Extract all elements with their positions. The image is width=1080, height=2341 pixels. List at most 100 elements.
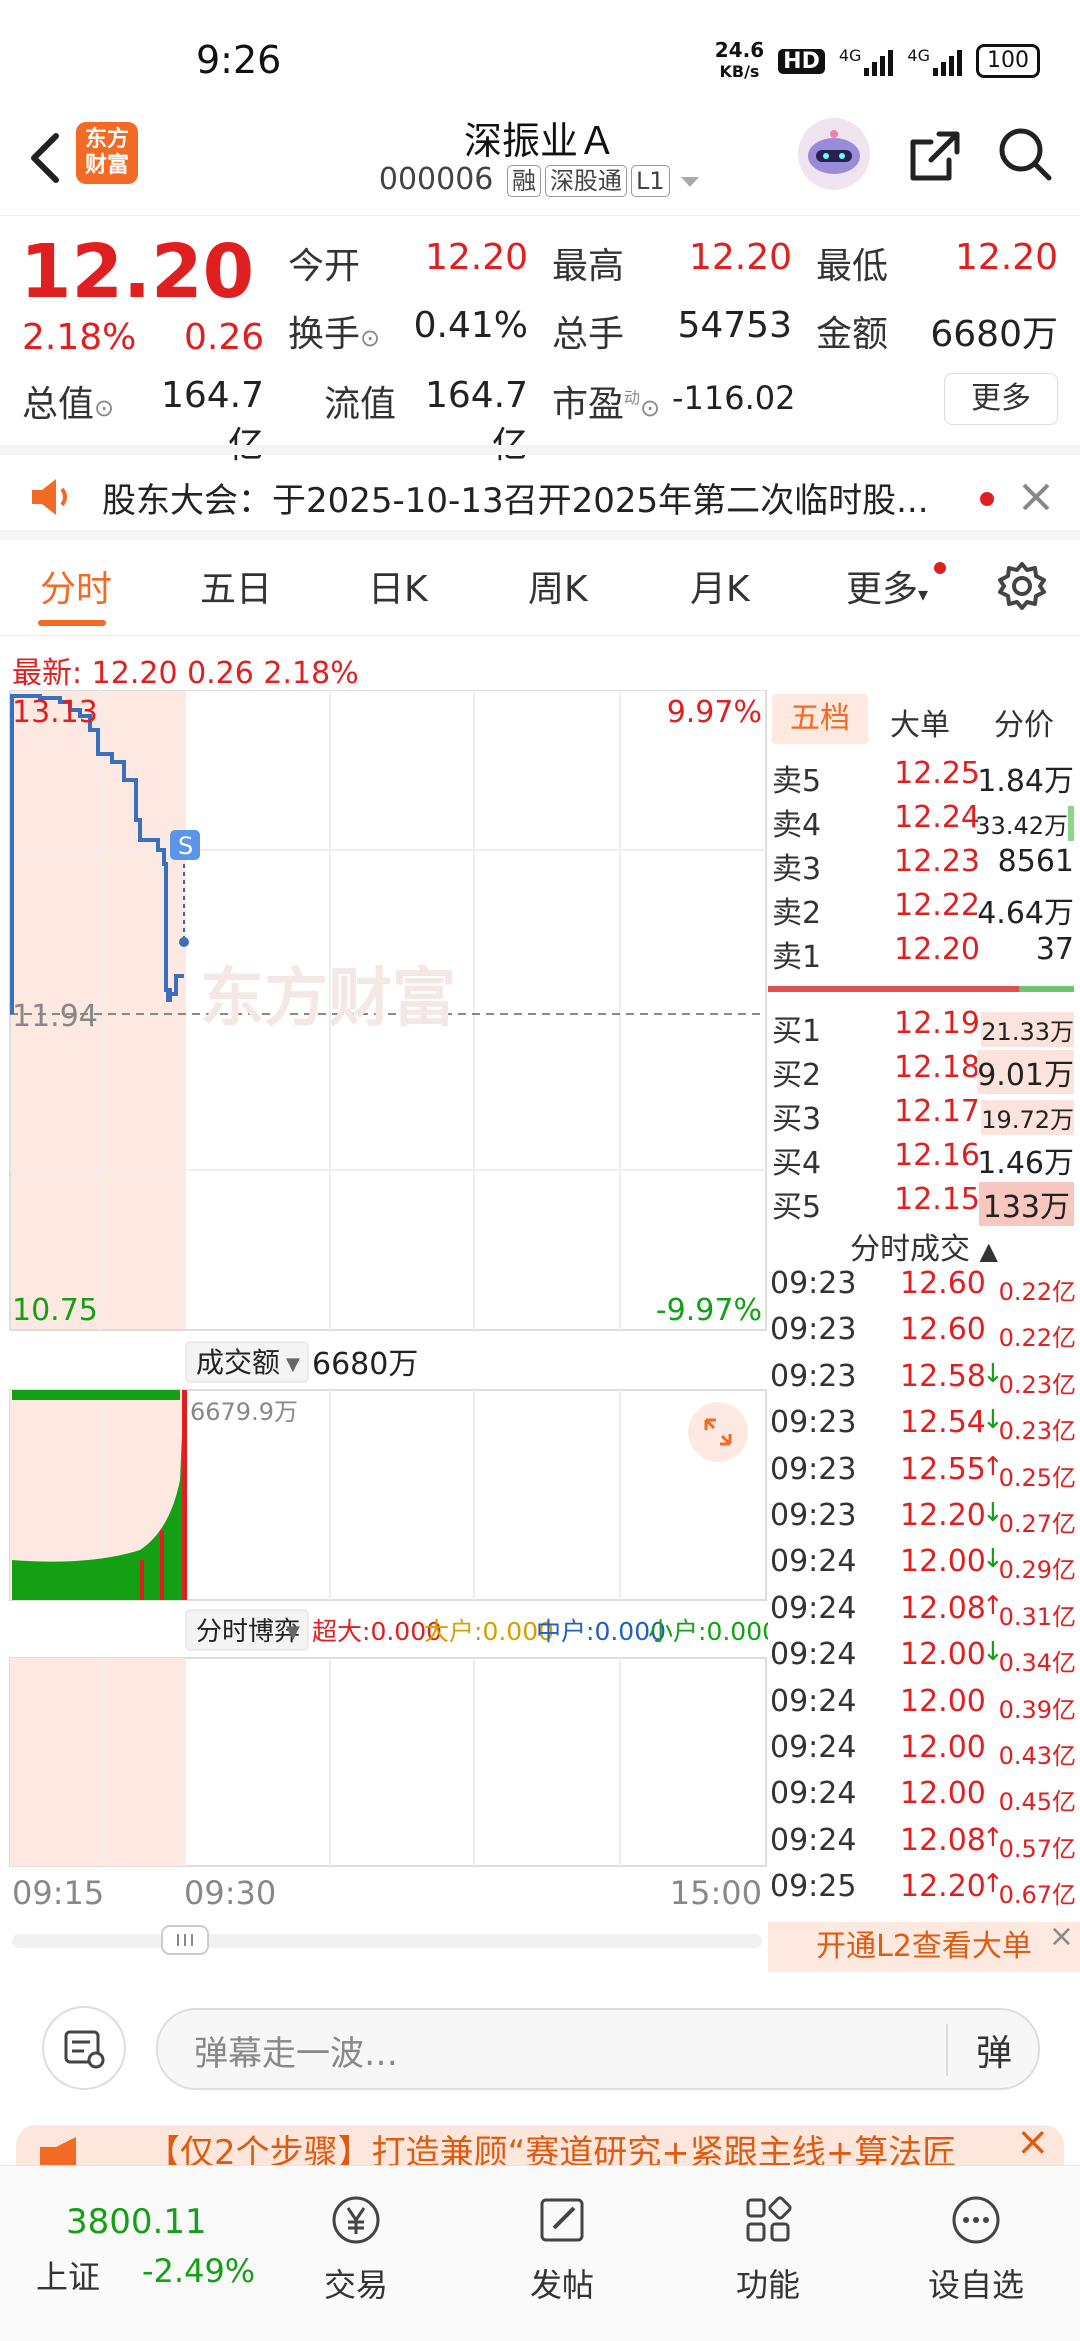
pct-axis-top: 9.97% (667, 695, 762, 730)
trade-time: 09:23 (770, 1498, 857, 1533)
ask-row[interactable]: 卖1 12.20 37 (768, 932, 1074, 976)
status-icons: 24.6 KB/s HD 4G 4G 100 (715, 40, 1040, 82)
value-pe: -116.02 (672, 379, 796, 417)
dropdown-icon[interactable] (679, 175, 701, 189)
gear-icon[interactable] (996, 560, 1048, 612)
trade-time: 09:23 (770, 1312, 857, 1348)
trade-amount: 0.31亿 (998, 1602, 1076, 1631)
ask-row[interactable]: 卖3 12.23 8561 (768, 844, 1074, 888)
trade-amount: 0.27亿 (998, 1510, 1076, 1538)
label-pe[interactable]: 市盈动⊙ (552, 375, 660, 427)
status-bar: 9:26 24.6 KB/s HD 4G 4G 100 (0, 0, 1080, 110)
tab-price-dist[interactable]: 分价 (994, 700, 1054, 744)
nav-post[interactable]: 发帖 (502, 2190, 622, 2306)
trade-time: 09:24 (770, 1544, 857, 1580)
info-icon[interactable]: ⊙ (640, 394, 660, 422)
trade-price: 12.08 (900, 1590, 986, 1626)
close-icon[interactable] (1020, 481, 1052, 513)
trade-amount: 0.23亿 (998, 1370, 1076, 1399)
trade-amount: 0.57亿 (998, 1834, 1076, 1863)
trade-price: 12.20 (900, 1869, 986, 1905)
megaphone-icon (40, 2137, 76, 2165)
label-total-mv[interactable]: 总值⊙ (22, 375, 114, 427)
label-float-mv: 流值 (324, 384, 397, 425)
y-axis-mid: 11.94 (12, 999, 98, 1034)
trade-row: 09:24 12.08 ↑ 0.31亿 (770, 1591, 1080, 1637)
tab-daily-k[interactable]: 日K (368, 560, 428, 612)
value-turnover: 0.41% (413, 305, 528, 346)
tab-weekly-k[interactable]: 周K (528, 560, 588, 612)
speaker-icon (32, 479, 67, 515)
tab-intraday[interactable]: 分时 (40, 560, 112, 612)
trade-price: 12.00 (900, 1776, 986, 1812)
trade-time: 09:24 (770, 1637, 857, 1673)
share-icon[interactable] (905, 126, 965, 186)
trade-row: 09:24 12.00 0.43亿 (770, 1730, 1080, 1776)
bid-row[interactable]: 买2 12.18 9.01万 (768, 1050, 1074, 1094)
trade-amount: 0.23亿 (998, 1417, 1076, 1446)
volume-peak-label: 6679.9万 (190, 1398, 298, 1426)
bid-row[interactable]: 买3 12.17 19.72万 (768, 1094, 1074, 1138)
change-amount: 0.26 (184, 317, 265, 358)
danmu-toggle-button[interactable]: 弹 (945, 2024, 1012, 2076)
tab-five-levels[interactable]: 五档 (772, 694, 868, 744)
more-tab-dot (934, 562, 946, 574)
chevron-up-icon: ▲ (979, 1237, 998, 1265)
ask-row[interactable]: 卖5 12.25 1.84万 (768, 756, 1074, 800)
trade-amount: 0.45亿 (998, 1788, 1076, 1817)
info-icon[interactable]: ⊙ (94, 394, 114, 422)
bid-row[interactable]: 买4 12.16 1.46万 (768, 1138, 1074, 1182)
tab-monthly-k[interactable]: 月K (690, 560, 750, 612)
clock: 9:26 (196, 38, 282, 82)
tab-five-day[interactable]: 五日 (200, 560, 272, 612)
close-icon[interactable]: × (1016, 2125, 1050, 2165)
trade-row: 09:23 12.20 ↓ 0.27亿 (770, 1498, 1080, 1544)
more-dots-icon (952, 2196, 1000, 2244)
nav-trade[interactable]: 交易 (296, 2190, 416, 2306)
bid-row[interactable]: 买5 12.15 133万 (768, 1182, 1074, 1226)
nav-add-watchlist[interactable]: 设自选 (916, 2190, 1036, 2306)
search-icon[interactable] (995, 124, 1055, 184)
ask-row[interactable]: 卖2 12.22 4.64万 (768, 888, 1074, 932)
more-quote-button[interactable]: 更多 (944, 373, 1058, 425)
y-axis-top: 13.13 (12, 695, 98, 730)
y-axis-bottom: 10.75 (12, 1293, 98, 1328)
value-high: 12.20 (688, 237, 792, 278)
ask-row[interactable]: 卖4 12.24 33.42万 (768, 800, 1074, 844)
time-scrollbar[interactable] (12, 1934, 762, 1948)
l2-upgrade-banner[interactable]: 开通L2查看大单 × (768, 1919, 1080, 1972)
label-high: 最高 (552, 246, 625, 287)
close-icon[interactable]: × (1049, 1912, 1074, 1962)
time-start: 09:15 (12, 1874, 104, 1912)
bid-row[interactable]: 买1 12.19 21.33万 (768, 1006, 1074, 1050)
tab-big-orders[interactable]: 大单 (890, 700, 950, 744)
order-book-tabs: 五档 大单 分价 (768, 690, 1080, 752)
nav-functions[interactable]: 功能 (708, 2190, 828, 2306)
signal-icon-2: 4G (907, 46, 962, 76)
index-name: 上证 (36, 2258, 101, 2296)
robot-avatar-icon[interactable] (798, 118, 870, 190)
signal-icon: 4G (839, 46, 894, 76)
svg-text:大户:0.000: 大户:0.000 (424, 1617, 554, 1646)
danmu-settings-icon[interactable] (42, 2006, 126, 2090)
danmu-input[interactable]: 弹幕走一波… 弹 (156, 2008, 1040, 2090)
tab-more[interactable]: 更多▾ (846, 560, 928, 612)
label-low: 最低 (816, 246, 889, 287)
index-change: -2.49% (142, 2252, 256, 2290)
trade-amount: 0.29亿 (998, 1556, 1076, 1585)
promo-banner[interactable]: 【仅2个步骤】打造兼顾“赛道研究+紧跟主线+算法匠 × (16, 2125, 1064, 2165)
label-turnover[interactable]: 换手⊙ (288, 305, 380, 357)
game-selector-label: 分时博弈 (196, 1617, 300, 1647)
trades-header[interactable]: 分时成交 ▲ (768, 1224, 1080, 1268)
trade-amount: 0.25亿 (998, 1463, 1076, 1492)
edit-icon (540, 2198, 584, 2242)
unread-dot (980, 492, 994, 506)
info-icon[interactable]: ⊙ (360, 324, 380, 352)
trade-row: 09:25 12.20 ↑ 0.67亿 (770, 1869, 1080, 1915)
watermark: 东方财富 (200, 962, 456, 1036)
intraday-chart[interactable]: 东方财富 S 13.13 11.94 10.75 9.97% -9.97% 成交… (0, 690, 768, 1960)
trade-price: 12.55 (900, 1451, 986, 1487)
expand-button[interactable] (688, 1402, 748, 1462)
volume-selector-label: 成交额 (196, 1346, 280, 1379)
notice-bar[interactable]: 股东大会：于2025-10-13召开2025年第二次临时股... (0, 445, 1080, 540)
